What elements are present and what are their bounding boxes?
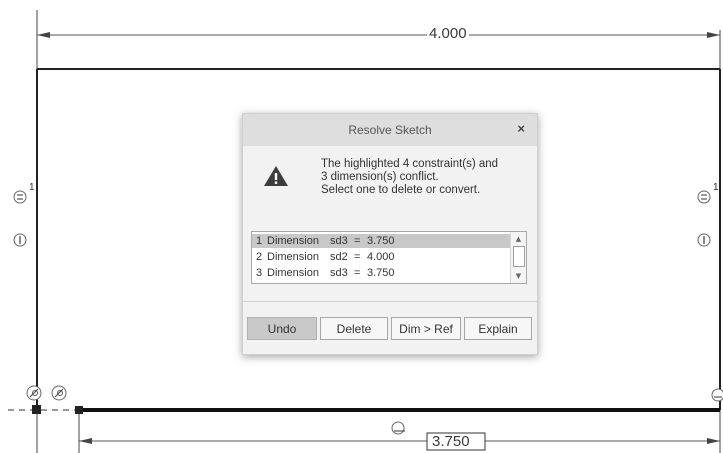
item-type: Dimension: [267, 267, 319, 279]
sketch-endpoint[interactable]: [75, 406, 83, 414]
bottom-dimension-value[interactable]: 3.750: [430, 434, 472, 450]
item-number: 3: [256, 267, 263, 279]
resolve-sketch-dialog: Resolve Sketch × The highlighted 4 const…: [242, 113, 538, 355]
vertical-constraint-icon[interactable]: [13, 233, 27, 247]
bottom-dim-arrow-right: [707, 438, 720, 444]
constraint-count-left: 1: [29, 182, 35, 193]
dialog-title: Resolve Sketch: [348, 123, 432, 137]
item-name: sd3: [330, 267, 348, 279]
item-equals: =: [354, 267, 361, 279]
list-item[interactable]: 2 Dimension sd2 = 4.000: [252, 250, 511, 264]
top-dim-arrow-right: [707, 32, 720, 38]
dialog-divider: [243, 301, 537, 302]
conflict-list[interactable]: 1 Dimension sd3 = 3.750 2 Dimension sd2 …: [251, 231, 527, 284]
item-type: Dimension: [267, 235, 319, 247]
explain-button[interactable]: Explain: [464, 317, 532, 340]
vertical-constraint-icon[interactable]: [697, 233, 711, 247]
close-icon[interactable]: ×: [517, 121, 525, 136]
message-line: 3 dimension(s) conflict.: [321, 171, 439, 183]
item-number: 1: [256, 235, 263, 247]
item-number: 2: [256, 251, 263, 263]
fix-constraint-icon[interactable]: [51, 385, 67, 401]
list-scrollbar[interactable]: ▲ ▼: [510, 232, 526, 283]
fix-constraint-icon[interactable]: [26, 385, 42, 401]
equal-constraint-icon[interactable]: [697, 190, 711, 204]
dialog-title-bar[interactable]: Resolve Sketch ×: [243, 114, 537, 146]
scroll-thumb[interactable]: [513, 246, 525, 267]
scroll-down-arrow-icon[interactable]: ▼: [511, 271, 526, 281]
scroll-up-arrow-icon[interactable]: ▲: [511, 234, 526, 244]
tangent-constraint-icon[interactable]: [391, 421, 405, 435]
warning-icon: [264, 166, 288, 186]
tangent-constraint-icon[interactable]: [711, 388, 723, 402]
equal-constraint-icon[interactable]: [13, 190, 27, 204]
delete-button[interactable]: Delete: [320, 317, 388, 340]
item-name: sd2: [330, 251, 348, 263]
item-value: 3.750: [367, 267, 395, 279]
list-item[interactable]: 3 Dimension sd3 = 3.750: [252, 266, 511, 280]
item-equals: =: [354, 235, 361, 247]
dialog-message: The highlighted 4 constraint(s) and 3 di…: [321, 158, 521, 197]
item-equals: =: [354, 251, 361, 263]
item-name: sd3: [330, 235, 348, 247]
list-item[interactable]: 1 Dimension sd3 = 3.750: [252, 234, 511, 248]
item-value: 4.000: [367, 251, 395, 263]
top-dim-arrow-left: [37, 32, 50, 38]
sketch-vertex-point[interactable]: [32, 405, 41, 414]
dim-to-ref-button[interactable]: Dim > Ref: [391, 317, 461, 340]
constraint-count-right: 1: [713, 182, 719, 193]
undo-button[interactable]: Undo: [247, 317, 317, 340]
item-type: Dimension: [267, 251, 319, 263]
bottom-dim-arrow-left: [79, 438, 92, 444]
item-value: 3.750: [367, 235, 395, 247]
top-dimension-value[interactable]: 4.000: [427, 26, 469, 42]
message-line: Select one to delete or convert.: [321, 184, 481, 196]
message-line: The highlighted 4 constraint(s) and: [321, 158, 499, 170]
